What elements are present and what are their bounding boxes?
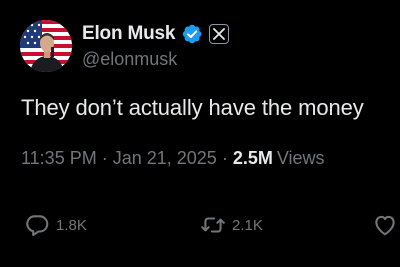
tweet-meta: 11:35 PM · Jan 21, 2025 · 2.5M Views xyxy=(21,148,325,169)
avatar-image xyxy=(20,20,72,72)
action-bar: 1.8K 2.1K xyxy=(0,210,400,240)
reply-icon xyxy=(26,215,49,237)
repost-button[interactable]: 2.1K xyxy=(200,212,263,238)
x-logo-icon[interactable] xyxy=(209,24,230,44)
tweet-time[interactable]: 11:35 PM xyxy=(21,148,97,169)
like-icon xyxy=(375,215,395,236)
like-button[interactable] xyxy=(372,212,398,238)
author-name-row: Elon Musk xyxy=(82,22,230,46)
tweet-date[interactable]: Jan 21, 2025 xyxy=(113,148,217,169)
repost-count: 2.1K xyxy=(232,216,263,234)
verified-badge-icon[interactable] xyxy=(181,23,203,45)
tweet-card: Elon Musk @elonmusk They don’t actually … xyxy=(0,0,400,267)
tweet-text: They don’t actually have the money xyxy=(21,95,364,120)
repost-icon xyxy=(201,217,225,233)
avatar[interactable] xyxy=(20,20,72,72)
views-label: Views xyxy=(276,148,325,168)
meta-separator: · xyxy=(101,148,108,168)
author-display-name[interactable]: Elon Musk xyxy=(82,23,175,45)
views-count[interactable]: 2.5M xyxy=(233,148,273,169)
reply-count: 1.8K xyxy=(56,216,87,234)
author-handle[interactable]: @elonmusk xyxy=(82,49,177,70)
reply-button[interactable]: 1.8K xyxy=(24,212,87,238)
meta-separator: · xyxy=(221,148,228,168)
